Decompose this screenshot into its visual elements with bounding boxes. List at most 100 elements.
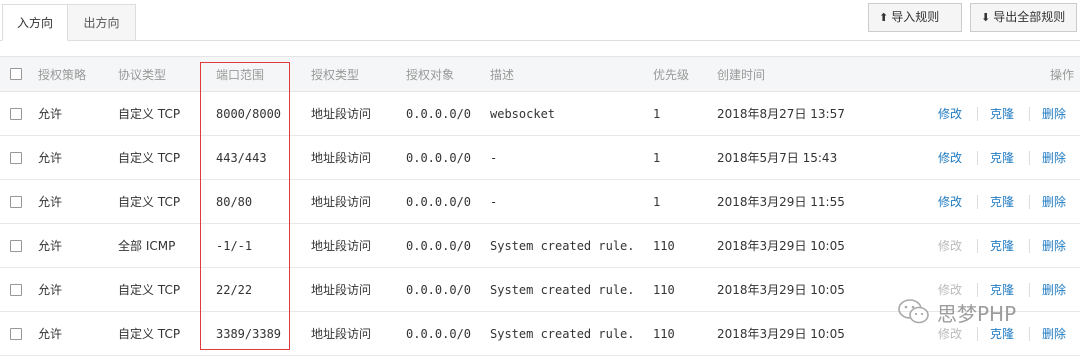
row-checkbox[interactable] [10, 283, 22, 296]
header-priority: 优先级 [653, 67, 690, 82]
auth-type-cell: 地址段访问 [311, 239, 372, 253]
auth-object-cell: 0.0.0.0/0 [406, 238, 472, 253]
action-separator [1029, 106, 1030, 121]
action-separator [1029, 194, 1030, 209]
edit-link: 修改 [938, 327, 963, 341]
action-separator [977, 106, 978, 121]
action-separator [1029, 150, 1030, 165]
delete-link[interactable]: 删除 [1042, 224, 1066, 267]
clone-link[interactable]: 克隆 [990, 312, 1014, 355]
protocol-cell: 自定义 TCP [118, 283, 181, 297]
table-row: 允许 自定义 TCP 80/80 地址段访问 0.0.0.0/0 - 1 2018年3月29日… [0, 180, 1080, 224]
auth-type-cell: 地址段访问 [311, 195, 372, 209]
policy-cell: 允许 [38, 239, 63, 253]
header-operations: 操作 [1050, 67, 1075, 82]
select-all-checkbox[interactable] [10, 68, 22, 80]
action-separator [977, 282, 978, 297]
edit-link[interactable]: 修改 [938, 180, 962, 223]
port-range-cell: 22/22 [216, 282, 253, 297]
row-checkbox[interactable] [10, 239, 22, 252]
delete-link[interactable]: 删除 [1042, 92, 1066, 135]
description-cell: System created rule. [490, 282, 635, 297]
port-range-cell: -1/-1 [216, 238, 253, 253]
priority-cell: 1 [653, 106, 661, 121]
export-all-rules-button[interactable]: ⬇ 导出全部规则 [970, 3, 1077, 32]
port-range-cell: 80/80 [216, 194, 253, 209]
export-all-rules-label: 导出全部规则 [993, 10, 1066, 24]
created-time-cell: 2018年3月29日 10:05 [717, 327, 845, 341]
header-policy: 授权策略 [38, 67, 87, 82]
table-row: 允许 自定义 TCP 8000/8000 地址段访问 0.0.0.0/0 websocke… [0, 92, 1080, 136]
edit-link[interactable]: 修改 [938, 92, 962, 135]
protocol-cell: 自定义 TCP [118, 327, 181, 341]
tab-inbound[interactable]: 入方向 [2, 4, 68, 41]
created-time-cell: 2018年5月7日 15:43 [717, 151, 838, 165]
auth-object-cell: 0.0.0.0/0 [406, 326, 472, 341]
header-protocol: 协议类型 [118, 67, 167, 82]
table-row: 允许 自定义 TCP 443/443 地址段访问 0.0.0.0/0 - 1 2018年5月7… [0, 136, 1080, 180]
created-time-cell: 2018年3月29日 10:05 [717, 283, 845, 297]
header-port-range: 端口范围 [216, 67, 265, 82]
policy-cell: 允许 [38, 283, 63, 297]
priority-cell: 110 [653, 238, 675, 253]
policy-cell: 允许 [38, 327, 63, 341]
table-header: 授权策略 协议类型 端口范围 授权类型 授权对象 描述 优先级 创建时间 操作 [0, 56, 1080, 92]
row-checkbox[interactable] [10, 195, 22, 208]
protocol-cell: 自定义 TCP [118, 107, 181, 121]
import-rules-button[interactable]: ⬆ 导入规则 [868, 3, 962, 32]
row-checkbox[interactable] [10, 327, 22, 340]
policy-cell: 允许 [38, 195, 63, 209]
header-auth-object: 授权对象 [406, 67, 455, 82]
table-row: 允许 全部 ICMP -1/-1 地址段访问 0.0.0.0/0 System creat… [0, 224, 1080, 268]
delete-link[interactable]: 删除 [1042, 268, 1066, 311]
clone-link[interactable]: 克隆 [990, 224, 1014, 267]
priority-cell: 1 [653, 194, 661, 209]
header-description: 描述 [490, 67, 515, 82]
clone-link[interactable]: 克隆 [990, 180, 1014, 223]
header-auth-type: 授权类型 [311, 67, 360, 82]
delete-link[interactable]: 删除 [1042, 136, 1066, 179]
action-separator [1029, 238, 1030, 253]
action-separator [977, 194, 978, 209]
port-range-cell: 8000/8000 [216, 106, 282, 121]
created-time-cell: 2018年3月29日 10:05 [717, 239, 845, 253]
auth-type-cell: 地址段访问 [311, 107, 372, 121]
port-range-cell: 443/443 [216, 150, 267, 165]
priority-cell: 110 [653, 326, 675, 341]
policy-cell: 允许 [38, 107, 63, 121]
row-checkbox[interactable] [10, 151, 22, 164]
table-row: 允许 自定义 TCP 22/22 地址段访问 0.0.0.0/0 System creat… [0, 268, 1080, 312]
created-time-cell: 2018年8月27日 13:57 [717, 107, 845, 121]
edit-link[interactable]: 修改 [938, 136, 962, 179]
row-checkbox[interactable] [10, 107, 22, 120]
header-created-time: 创建时间 [717, 67, 766, 82]
auth-object-cell: 0.0.0.0/0 [406, 106, 472, 121]
port-range-cell: 3389/3389 [216, 326, 282, 341]
description-cell: System created rule. [490, 326, 635, 341]
policy-cell: 允许 [38, 151, 63, 165]
auth-type-cell: 地址段访问 [311, 283, 372, 297]
edit-link: 修改 [938, 283, 963, 297]
tab-outbound[interactable]: 出方向 [68, 4, 136, 41]
auth-object-cell: 0.0.0.0/0 [406, 194, 472, 209]
protocol-cell: 自定义 TCP [118, 195, 181, 209]
action-separator [1029, 282, 1030, 297]
edit-link: 修改 [938, 239, 963, 253]
priority-cell: 1 [653, 150, 661, 165]
description-cell: websocket [490, 106, 556, 121]
priority-cell: 110 [653, 282, 675, 297]
clone-link[interactable]: 克隆 [990, 92, 1014, 135]
auth-object-cell: 0.0.0.0/0 [406, 150, 472, 165]
auth-type-cell: 地址段访问 [311, 327, 372, 341]
description-cell: - [490, 194, 498, 209]
action-separator [977, 326, 978, 341]
download-icon: ⬇ [981, 11, 991, 24]
action-separator [977, 150, 978, 165]
auth-object-cell: 0.0.0.0/0 [406, 282, 472, 297]
action-separator [1029, 326, 1030, 341]
description-cell: - [490, 150, 498, 165]
clone-link[interactable]: 克隆 [990, 268, 1014, 311]
delete-link[interactable]: 删除 [1042, 180, 1066, 223]
clone-link[interactable]: 克隆 [990, 136, 1014, 179]
delete-link[interactable]: 删除 [1042, 312, 1066, 355]
